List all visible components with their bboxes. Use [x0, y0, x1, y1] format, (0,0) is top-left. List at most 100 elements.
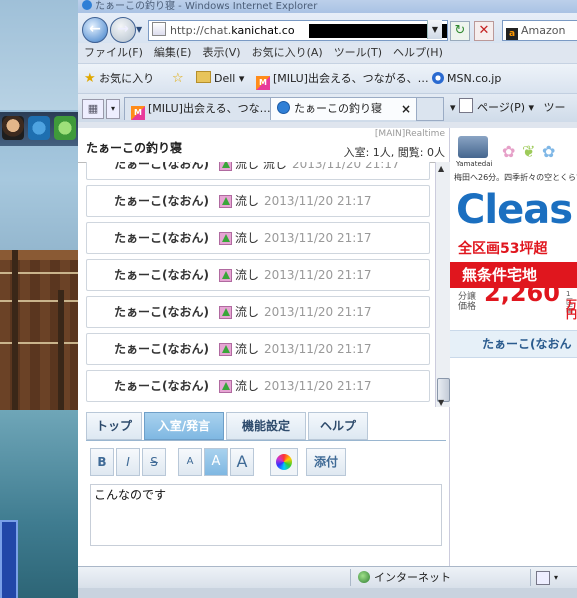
ad-price-unit: 万円: [566, 298, 577, 321]
menu-help[interactable]: ヘルプ(H): [393, 46, 443, 59]
room-stats: 入室: 1人, 閲覧: 0人: [343, 146, 445, 159]
game-panel[interactable]: [0, 520, 18, 598]
tab-label: [MILU]出会える、つな…: [148, 102, 271, 115]
title-bar: たぁーこの釣り寝 - Windows Internet Explorer: [78, 0, 577, 13]
add-star-icon: ☆: [172, 71, 184, 86]
tab-milu[interactable]: M [MILU]出会える、つな…: [124, 97, 272, 120]
dock-pole: [12, 250, 18, 410]
address-bar[interactable]: http://chat.kanichat.co: [148, 20, 448, 41]
fav-item-msn[interactable]: MSN.co.jp: [432, 64, 501, 93]
zone-label: インターネット: [374, 571, 451, 584]
player-avatar[interactable]: [2, 116, 24, 140]
ad-brand: Yamatedai: [456, 160, 493, 168]
refresh-icon[interactable]: ↻: [450, 21, 470, 41]
message-author[interactable]: たぁーこ(なおん): [114, 162, 209, 179]
address-dropdown-icon[interactable]: ▼: [427, 20, 442, 39]
color-wheel-icon[interactable]: [270, 448, 298, 476]
format-toolbar: B I S A A A 添付: [90, 448, 440, 476]
quick-tabs-icon[interactable]: ▦: [82, 99, 104, 119]
scroll-down-icon[interactable]: ▼: [438, 398, 444, 407]
message-time: 2013/11/20 21:17: [292, 162, 400, 171]
stop-icon[interactable]: ✕: [474, 21, 494, 41]
back-button[interactable]: ←: [82, 17, 108, 43]
mobile-icon: [219, 343, 232, 356]
bold-button[interactable]: B: [90, 448, 114, 476]
message-author[interactable]: たぁーこ(なおん): [114, 334, 209, 364]
menu-bar: ファイル(F) 編集(E) 表示(V) お気に入り(A) ツール(T) ヘルプ(H): [78, 43, 577, 63]
user-name-badge[interactable]: たぁーこ(なおん: [450, 330, 577, 358]
message-list[interactable]: たぁーこ(なおん) 流し 流し 2013/11/20 21:17 たぁーこ(なお…: [84, 162, 434, 406]
menu-favorites[interactable]: お気に入り(A): [252, 46, 323, 59]
message-text: 流し: [235, 268, 260, 282]
tab-help[interactable]: ヘルプ: [308, 412, 368, 440]
ad-banner[interactable]: Yamatedai ✿ ❦ ✿ 梅田へ26分。四季折々の空とくらす Cleas …: [450, 128, 577, 566]
tab-label: たぁーこの釣り寝: [294, 102, 382, 115]
tab-chat[interactable]: たぁーこの釣り寝 ×: [270, 97, 418, 120]
search-box[interactable]: a Amazon: [502, 20, 577, 41]
new-tab-button[interactable]: [416, 97, 444, 121]
menu-file[interactable]: ファイル(F): [84, 46, 143, 59]
tab-list-icon[interactable]: ▾: [106, 99, 120, 119]
mobile-icon: [219, 380, 232, 393]
history-dropdown-icon[interactable]: ▼: [136, 25, 142, 34]
message-row: たぁーこ(なおん) 流し 2013/11/20 21:17: [86, 370, 430, 402]
message-author[interactable]: たぁーこ(なおん): [114, 186, 209, 216]
tools-menu[interactable]: ツー: [544, 101, 566, 114]
menu-tools[interactable]: ツール(T): [334, 46, 382, 59]
security-zone[interactable]: インターネット: [358, 567, 451, 589]
font-large-button[interactable]: A: [230, 448, 254, 476]
close-tab-icon[interactable]: ×: [401, 98, 411, 120]
realtime-label: [MAIN]Realtime: [374, 129, 445, 139]
message-author[interactable]: たぁーこ(なおん): [114, 371, 209, 401]
add-favorite-icon[interactable]: ☆: [172, 64, 184, 93]
zoom-dropdown-icon[interactable]: ▾: [554, 567, 558, 589]
chat-header: たぁーこの釣り寝 [MAIN]Realtime 入室: 1人, 閲覧: 0人: [78, 128, 449, 163]
page-menu[interactable]: ページ(P) ▾: [477, 101, 534, 114]
globe-icon: [358, 571, 370, 583]
skill-icon[interactable]: [54, 116, 76, 140]
status-divider: [350, 569, 351, 586]
menu-view[interactable]: 表示(V): [202, 46, 240, 59]
scroll-up-icon[interactable]: ▲: [438, 164, 444, 173]
fav-item-label: Dell ▾: [214, 72, 245, 85]
protected-mode-icon[interactable]: [536, 571, 550, 585]
fav-item-dell[interactable]: Dell ▾: [196, 64, 244, 93]
url-domain: kanichat.co: [231, 24, 295, 37]
attach-button[interactable]: 添付: [306, 448, 346, 476]
forward-button[interactable]: →: [110, 17, 136, 43]
message-time: 2013/11/20 21:17: [264, 268, 372, 282]
window-title: たぁーこの釣り寝 - Windows Internet Explorer: [95, 1, 318, 12]
message-author[interactable]: たぁーこ(なおん): [114, 297, 209, 327]
tab-enter-post[interactable]: 入室/発言: [144, 412, 224, 440]
mobile-icon: [219, 232, 232, 245]
game-background: [0, 0, 78, 598]
font-small-button[interactable]: A: [178, 448, 202, 476]
mobile-icon: [219, 162, 232, 171]
message-text: 流し: [235, 342, 260, 356]
favorites-button[interactable]: ★ お気に入り: [84, 64, 154, 93]
strike-button[interactable]: S: [142, 448, 166, 476]
tab-settings[interactable]: 機能設定: [226, 412, 306, 440]
message-author[interactable]: たぁーこ(なおん): [114, 260, 209, 290]
message-author[interactable]: たぁーこ(なおん): [114, 223, 209, 253]
search-placeholder: Amazon: [521, 24, 566, 37]
window-bottom-edge: [78, 588, 577, 598]
menu-edit[interactable]: 編集(E): [154, 46, 192, 59]
message-scrollbar[interactable]: ▲ ▼: [435, 162, 450, 407]
skill-icon[interactable]: [28, 116, 50, 140]
yamatedai-logo: [458, 136, 488, 158]
italic-button[interactable]: I: [116, 448, 140, 476]
message-text: 流し: [235, 231, 260, 245]
message-row: たぁーこ(なおん) 流し 2013/11/20 21:17: [86, 333, 430, 365]
tab-divider: [86, 440, 446, 441]
message-row: たぁーこ(なおん) 流し 流し 2013/11/20 21:17: [86, 162, 430, 180]
ad-price-block: 分譲価格 2,260 1区画 万円: [458, 281, 577, 320]
fav-item-milu[interactable]: M [MILU]出会える、つながる、…: [256, 64, 429, 93]
ad-headline: 全区画53坪超: [458, 241, 548, 257]
message-input[interactable]: こんなのです: [90, 484, 442, 546]
tab-top[interactable]: トップ: [86, 412, 142, 440]
home-dropdown-icon[interactable]: ▾: [450, 101, 456, 114]
font-medium-button[interactable]: A: [204, 448, 228, 476]
chat-pane: たぁーこの釣り寝 [MAIN]Realtime 入室: 1人, 閲覧: 0人 た…: [78, 128, 450, 566]
message-input-value: こんなのです: [94, 488, 167, 502]
